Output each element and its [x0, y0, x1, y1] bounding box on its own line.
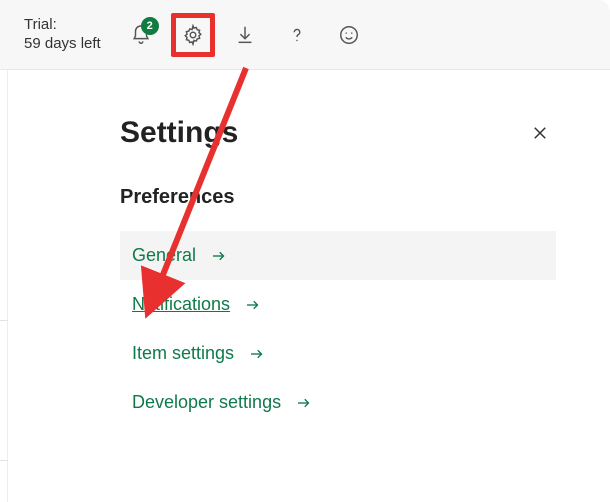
feedback-button[interactable] [327, 13, 371, 57]
arrow-right-icon [248, 345, 266, 363]
smiley-icon [338, 24, 360, 46]
settings-item-label: General [132, 245, 196, 266]
left-divider [0, 460, 8, 461]
left-divider [0, 320, 8, 321]
settings-item-developer-settings[interactable]: Developer settings [120, 378, 556, 427]
panel-header: Settings [120, 116, 556, 150]
download-icon [234, 24, 256, 46]
settings-item-general[interactable]: General [120, 231, 556, 280]
gear-icon [182, 24, 204, 46]
settings-item-item-settings[interactable]: Item settings [120, 329, 556, 378]
left-edge-strip [0, 70, 8, 502]
close-button[interactable] [524, 117, 556, 149]
notification-badge: 2 [141, 17, 159, 35]
settings-item-label: Developer settings [132, 392, 281, 413]
arrow-right-icon [244, 296, 262, 314]
section-preferences: Preferences [120, 186, 556, 209]
trial-line1: Trial: [24, 16, 101, 35]
settings-item-notifications[interactable]: Notifications [120, 280, 556, 329]
help-button[interactable] [275, 13, 319, 57]
settings-button[interactable] [171, 13, 215, 57]
download-button[interactable] [223, 13, 267, 57]
trial-line2: 59 days left [24, 35, 101, 54]
help-icon [286, 24, 308, 46]
topbar: Trial: 59 days left 2 [0, 0, 610, 70]
close-icon [531, 124, 549, 142]
settings-panel: Settings Preferences General Notificatio… [86, 88, 590, 502]
trial-status: Trial: 59 days left [24, 16, 101, 54]
settings-item-label: Notifications [132, 294, 230, 315]
notifications-button[interactable]: 2 [119, 13, 163, 57]
arrow-right-icon [295, 394, 313, 412]
panel-title: Settings [120, 116, 238, 150]
settings-item-label: Item settings [132, 343, 234, 364]
arrow-right-icon [210, 247, 228, 265]
